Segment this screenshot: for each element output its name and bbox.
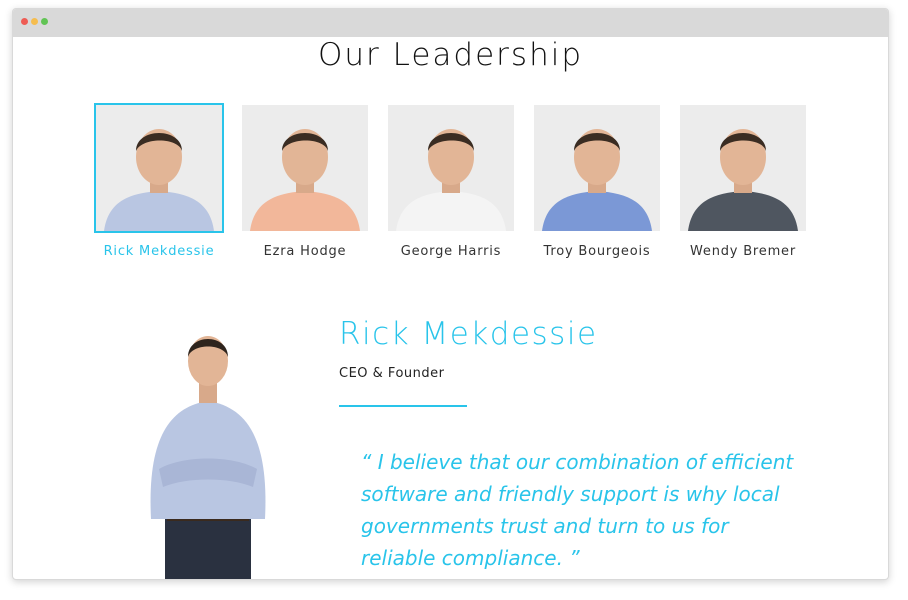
team-member-photo-frame [240, 103, 370, 233]
team-member-name: Rick Mekdessie [103, 244, 215, 259]
leadership-team-list: Rick Mekdessie Ezra Hodge George Harris … [13, 103, 888, 273]
team-member-name: Ezra Hodge [263, 244, 347, 259]
team-member-photo-frame [94, 103, 224, 233]
team-member-photo-frame [386, 103, 516, 233]
person-portrait-icon [388, 105, 514, 231]
profile-role: CEO & Founder [339, 366, 445, 381]
team-member-name: Troy Bourgeois [543, 244, 651, 259]
person-portrait-icon [680, 105, 806, 231]
team-member-photo [242, 105, 368, 231]
team-member-photo-frame [678, 103, 808, 233]
close-window-dot-icon[interactable] [21, 18, 28, 25]
window-titlebar [13, 9, 888, 37]
team-member-photo [96, 105, 222, 231]
maximize-window-dot-icon[interactable] [41, 18, 48, 25]
person-portrait-icon [242, 105, 368, 231]
page-title: Our Leadership [317, 37, 584, 73]
team-member-name: George Harris [400, 244, 502, 259]
minimize-window-dot-icon[interactable] [31, 18, 38, 25]
profile-photo [103, 319, 313, 579]
team-member-photo [680, 105, 806, 231]
profile-name: Rick Mekdessie [339, 316, 598, 352]
person-portrait-icon [534, 105, 660, 231]
profile-quote: “ I believe that our combination of effi… [361, 450, 794, 570]
team-member-photo [534, 105, 660, 231]
team-member-name: Wendy Bremer [690, 244, 796, 259]
person-portrait-icon [96, 105, 222, 231]
person-portrait-icon [103, 319, 313, 579]
profile-divider [339, 405, 467, 407]
team-member-photo [388, 105, 514, 231]
team-member-photo-frame [532, 103, 662, 233]
browser-window: Our Leadership Rick Mekdessie Ezra Hodge… [12, 8, 889, 580]
